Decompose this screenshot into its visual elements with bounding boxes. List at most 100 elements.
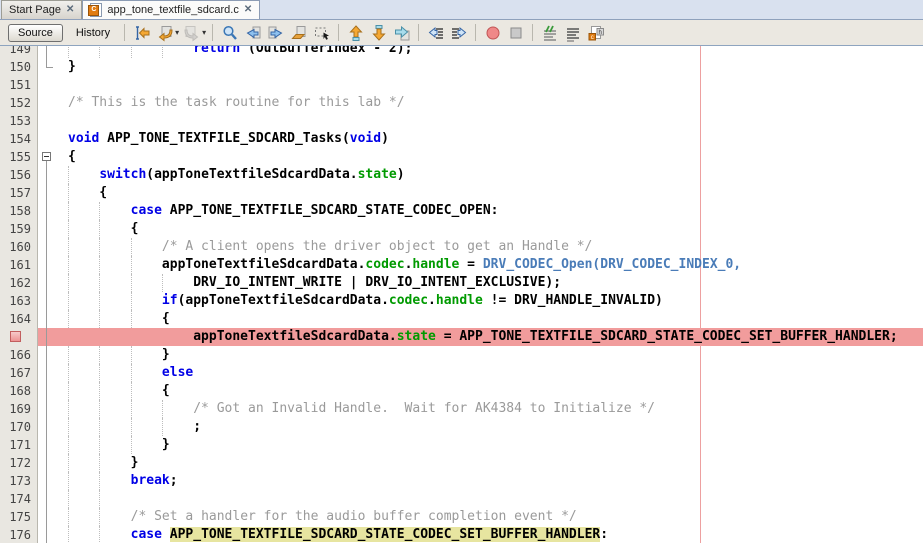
code-text[interactable]: } <box>56 58 923 76</box>
line-number[interactable]: 159 <box>0 220 38 238</box>
line-number[interactable]: 157 <box>0 184 38 202</box>
code-line[interactable]: 159 { <box>0 220 923 238</box>
line-number[interactable]: 176 <box>0 526 38 543</box>
code-line[interactable]: 170 ; <box>0 418 923 436</box>
code-line[interactable]: appToneTextfileSdcardData.state = APP_TO… <box>0 328 923 346</box>
code-text[interactable] <box>56 490 923 508</box>
fold-toggle[interactable] <box>38 148 56 166</box>
start-macro-recording-icon[interactable] <box>483 24 502 42</box>
code-line[interactable]: 168 { <box>0 382 923 400</box>
line-number[interactable]: 149 <box>0 46 38 58</box>
line-number[interactable]: 154 <box>0 130 38 148</box>
code-text[interactable]: { <box>56 184 923 202</box>
rectangular-selection-icon[interactable] <box>312 24 331 42</box>
line-number[interactable]: 167 <box>0 364 38 382</box>
code-line[interactable]: 149 return (OutBufferIndex - 2); <box>0 46 923 58</box>
line-number[interactable]: 162 <box>0 274 38 292</box>
code-line[interactable]: 150} <box>0 58 923 76</box>
tab-app-tone-textfile-sdcard[interactable]: app_tone_textfile_sdcard.c ✕ <box>82 0 260 19</box>
previous-bookmark-icon[interactable] <box>346 24 365 42</box>
line-number[interactable]: 158 <box>0 202 38 220</box>
line-number[interactable]: 166 <box>0 346 38 364</box>
code-text[interactable]: { <box>56 220 923 238</box>
code-text[interactable]: } <box>56 436 923 454</box>
code-line[interactable]: 164 { <box>0 310 923 328</box>
line-number[interactable]: 153 <box>0 112 38 130</box>
line-number[interactable]: 161 <box>0 256 38 274</box>
code-line[interactable]: 176 case APP_TONE_TEXTFILE_SDCARD_STATE_… <box>0 526 923 543</box>
code-text[interactable]: /* Set a handler for the audio buffer co… <box>56 508 923 526</box>
forward-icon[interactable] <box>182 24 201 42</box>
code-line[interactable]: 161 appToneTextfileSdcardData.codec.hand… <box>0 256 923 274</box>
tab-start-page[interactable]: Start Page ✕ <box>1 0 82 19</box>
code-text[interactable]: } <box>56 454 923 472</box>
shift-line-right-icon[interactable] <box>449 24 468 42</box>
code-line[interactable]: 155{ <box>0 148 923 166</box>
next-bookmark-icon[interactable] <box>369 24 388 42</box>
code-text[interactable]: { <box>56 310 923 328</box>
back-icon[interactable] <box>155 24 174 42</box>
code-text[interactable]: { <box>56 148 923 166</box>
line-number[interactable]: 171 <box>0 436 38 454</box>
close-icon[interactable]: ✕ <box>66 5 74 15</box>
collapse-box-icon[interactable] <box>42 152 51 161</box>
code-line[interactable]: 166 } <box>0 346 923 364</box>
line-number[interactable]: 170 <box>0 418 38 436</box>
line-number[interactable]: 174 <box>0 490 38 508</box>
toggle-header-source-icon[interactable]: h c <box>586 24 605 42</box>
find-next-icon[interactable] <box>266 24 285 42</box>
code-line[interactable]: 158 case APP_TONE_TEXTFILE_SDCARD_STATE_… <box>0 202 923 220</box>
code-text[interactable]: appToneTextfileSdcardData.state = APP_TO… <box>56 328 923 346</box>
toggle-highlight-search-icon[interactable] <box>289 24 308 42</box>
code-line[interactable]: 174 <box>0 490 923 508</box>
line-number[interactable]: 156 <box>0 166 38 184</box>
code-line[interactable]: 167 else <box>0 364 923 382</box>
line-number[interactable]: 163 <box>0 292 38 310</box>
chevron-down-icon[interactable]: ▾ <box>175 28 179 37</box>
code-text[interactable]: case APP_TONE_TEXTFILE_SDCARD_STATE_CODE… <box>56 526 923 543</box>
code-line[interactable]: 153 <box>0 112 923 130</box>
code-line[interactable]: 163 if(appToneTextfileSdcardData.codec.h… <box>0 292 923 310</box>
code-text[interactable]: appToneTextfileSdcardData.codec.handle =… <box>56 256 923 274</box>
breakpoint-icon[interactable] <box>10 331 21 342</box>
line-number[interactable]: 175 <box>0 508 38 526</box>
code-editor[interactable]: 149 return (OutBufferIndex - 2);150}1511… <box>0 46 923 543</box>
line-number[interactable]: 151 <box>0 76 38 94</box>
comment-icon[interactable] <box>540 24 559 42</box>
line-number[interactable]: 169 <box>0 400 38 418</box>
line-number[interactable]: 168 <box>0 382 38 400</box>
code-text[interactable]: return (OutBufferIndex - 2); <box>56 46 923 58</box>
code-line[interactable]: 172 } <box>0 454 923 472</box>
code-text[interactable]: /* Got an Invalid Handle. Wait for AK438… <box>56 400 923 418</box>
code-text[interactable] <box>56 76 923 94</box>
code-text[interactable]: DRV_IO_INTENT_WRITE | DRV_IO_INTENT_EXCL… <box>56 274 923 292</box>
code-text[interactable]: switch(appToneTextfileSdcardData.state) <box>56 166 923 184</box>
code-text[interactable]: ; <box>56 418 923 436</box>
line-number[interactable]: 173 <box>0 472 38 490</box>
code-text[interactable]: if(appToneTextfileSdcardData.codec.handl… <box>56 292 923 310</box>
toggle-bookmark-icon[interactable] <box>392 24 411 42</box>
last-edit-position-icon[interactable] <box>132 24 151 42</box>
code-text[interactable]: case APP_TONE_TEXTFILE_SDCARD_STATE_CODE… <box>56 202 923 220</box>
code-line[interactable]: 169 /* Got an Invalid Handle. Wait for A… <box>0 400 923 418</box>
code-text[interactable]: } <box>56 346 923 364</box>
code-line[interactable]: 152/* This is the task routine for this … <box>0 94 923 112</box>
code-line[interactable]: 175 /* Set a handler for the audio buffe… <box>0 508 923 526</box>
code-line[interactable]: 171 } <box>0 436 923 454</box>
code-line[interactable]: 154void APP_TONE_TEXTFILE_SDCARD_Tasks(v… <box>0 130 923 148</box>
code-line[interactable]: 173 break; <box>0 472 923 490</box>
line-number[interactable]: 160 <box>0 238 38 256</box>
line-number[interactable]: 172 <box>0 454 38 472</box>
line-number[interactable]: 152 <box>0 94 38 112</box>
code-line[interactable]: 156 switch(appToneTextfileSdcardData.sta… <box>0 166 923 184</box>
source-button[interactable]: Source <box>8 24 63 42</box>
line-number[interactable]: 164 <box>0 310 38 328</box>
code-line[interactable]: 160 /* A client opens the driver object … <box>0 238 923 256</box>
code-text[interactable] <box>56 112 923 130</box>
code-line[interactable]: 157 { <box>0 184 923 202</box>
code-text[interactable]: break; <box>56 472 923 490</box>
stop-macro-recording-icon[interactable] <box>506 24 525 42</box>
code-line[interactable]: 162 DRV_IO_INTENT_WRITE | DRV_IO_INTENT_… <box>0 274 923 292</box>
find-selection-icon[interactable] <box>220 24 239 42</box>
shift-line-left-icon[interactable] <box>426 24 445 42</box>
